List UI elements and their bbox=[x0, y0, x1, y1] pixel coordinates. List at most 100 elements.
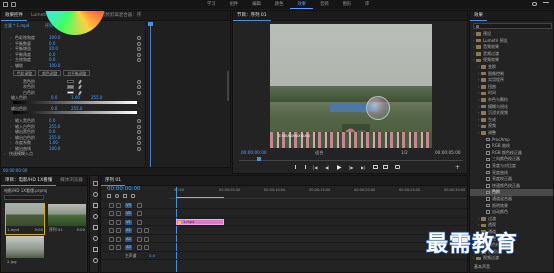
extract-icon[interactable] bbox=[383, 165, 388, 169]
timeline-clip[interactable]: 1.mp4 bbox=[176, 219, 224, 225]
track-label[interactable]: A3 bbox=[125, 245, 132, 250]
lock-icon[interactable] bbox=[109, 211, 114, 216]
effect-item[interactable]: 通道混合器 bbox=[470, 196, 553, 202]
mute-icon[interactable] bbox=[137, 228, 142, 233]
lock-icon[interactable] bbox=[109, 228, 114, 233]
program-timecode-left[interactable]: 00:00:00:00 bbox=[241, 149, 267, 156]
timeline-settings-icon[interactable] bbox=[131, 194, 135, 198]
effect-item[interactable]: 亮度与对比度 bbox=[470, 163, 553, 169]
workspace-tab[interactable]: 图形 bbox=[336, 0, 359, 9]
solo-icon[interactable] bbox=[144, 245, 149, 250]
effect-folder[interactable]: › 图像控制 bbox=[470, 71, 553, 77]
reset-icon[interactable] bbox=[137, 90, 141, 95]
mark-in-icon[interactable] bbox=[295, 165, 298, 169]
color-swatch[interactable] bbox=[67, 85, 74, 89]
work-area-bar[interactable] bbox=[176, 197, 224, 199]
track-row[interactable]: V1 bbox=[101, 218, 467, 226]
reset-icon[interactable] bbox=[137, 146, 141, 151]
reset-icon[interactable] bbox=[137, 141, 141, 145]
step-back-icon[interactable]: ◀| bbox=[325, 165, 329, 170]
track-label[interactable]: V2 bbox=[125, 211, 132, 216]
project-tab[interactable]: 媒体浏览器 bbox=[56, 176, 87, 186]
workspace-tab[interactable]: 音频 bbox=[313, 0, 336, 9]
home-icon[interactable] bbox=[3, 1, 8, 7]
timeline-timecode[interactable]: 00:00:00:00 bbox=[107, 186, 141, 192]
ec-playhead-head[interactable] bbox=[148, 22, 153, 26]
effect-item[interactable]: 快速颜色校正器 bbox=[470, 183, 553, 189]
solo-icon[interactable] bbox=[144, 228, 149, 233]
track-label[interactable]: A2 bbox=[125, 236, 132, 242]
import-icon[interactable] bbox=[11, 1, 16, 7]
mute-icon[interactable] bbox=[137, 245, 142, 250]
eye-icon[interactable] bbox=[137, 211, 142, 216]
mark-out-icon[interactable] bbox=[303, 165, 306, 169]
project-item[interactable]: 序列 01 5:00 bbox=[48, 204, 86, 234]
effect-item[interactable]: RGB 曲线 bbox=[470, 143, 553, 149]
track-row[interactable]: V2 bbox=[101, 210, 467, 218]
search-icon[interactable] bbox=[532, 1, 537, 6]
track-row[interactable]: A3 bbox=[101, 244, 467, 252]
chevron-right-icon[interactable]: › bbox=[4, 151, 6, 157]
effect-folder[interactable]: › 生成 bbox=[470, 117, 553, 123]
workspace-tab[interactable]: 编辑 bbox=[245, 0, 268, 9]
go-to-in-icon[interactable]: |◀ bbox=[313, 165, 317, 170]
reset-icon[interactable] bbox=[137, 36, 141, 40]
track-label[interactable]: A1 bbox=[125, 228, 132, 233]
ripple-edit-icon[interactable] bbox=[92, 203, 98, 208]
reset-icon[interactable] bbox=[137, 52, 141, 57]
effect-folder[interactable]: › 音频效果 bbox=[470, 44, 553, 50]
mute-icon[interactable] bbox=[137, 236, 142, 242]
hand-icon[interactable] bbox=[92, 247, 98, 252]
ec-playhead[interactable] bbox=[150, 22, 151, 167]
add-marker-icon[interactable] bbox=[123, 194, 127, 198]
play-icon[interactable]: ▶ bbox=[337, 164, 342, 171]
project-item[interactable]: 2.jpg bbox=[6, 236, 44, 266]
sync-icon[interactable] bbox=[116, 236, 121, 242]
lock-icon[interactable] bbox=[109, 245, 114, 250]
effects-tab[interactable]: 效果 bbox=[470, 11, 487, 21]
effect-folder[interactable]: › 扭曲 bbox=[470, 84, 553, 90]
master-track-row[interactable]: 主声道 0.0 bbox=[101, 252, 467, 260]
ec-timecode[interactable]: 00:00:00:00 bbox=[3, 168, 27, 173]
workspace-tab[interactable]: 组件 bbox=[223, 0, 246, 9]
scrub-playhead[interactable] bbox=[257, 157, 261, 161]
lock-icon[interactable] bbox=[109, 202, 114, 208]
effect-folder[interactable]: › 沉浸式视频 bbox=[470, 110, 553, 116]
reset-icon[interactable] bbox=[137, 47, 141, 51]
sync-icon[interactable] bbox=[116, 211, 121, 216]
track-select-icon[interactable] bbox=[92, 192, 98, 197]
workspace-tab[interactable]: 效果 bbox=[290, 0, 313, 9]
ec-scrollbar[interactable] bbox=[227, 71, 229, 101]
track-label[interactable]: V3 bbox=[125, 202, 132, 208]
project-item[interactable]: 1.mp4 5:00 bbox=[5, 203, 45, 235]
effect-folder[interactable]: › 变换 bbox=[470, 64, 553, 70]
color-swatch[interactable] bbox=[67, 79, 74, 83]
fit-dropdown[interactable]: 适合 bbox=[315, 149, 323, 156]
reset-icon[interactable] bbox=[137, 58, 141, 62]
master-value[interactable]: 0.0 bbox=[149, 253, 155, 258]
effect-folder[interactable]: › 视频效果 bbox=[470, 57, 553, 63]
levels-gradient[interactable] bbox=[13, 100, 137, 104]
eye-icon[interactable] bbox=[137, 202, 142, 208]
project-tab[interactable]: 项目：电影/HD 1X看懂 bbox=[1, 176, 57, 186]
effect-item[interactable]: ProcAmp bbox=[470, 137, 553, 143]
sync-icon[interactable] bbox=[116, 219, 121, 225]
track-row[interactable]: A2 bbox=[101, 235, 467, 243]
reset-icon[interactable] bbox=[137, 135, 141, 140]
add-button-icon[interactable]: + bbox=[455, 164, 460, 171]
sync-icon[interactable] bbox=[116, 228, 121, 233]
sync-icon[interactable] bbox=[116, 202, 121, 208]
effect-item[interactable]: 亮度曲线 bbox=[470, 170, 553, 176]
effect-item[interactable]: 自动颜色 bbox=[470, 209, 553, 215]
reset-icon[interactable] bbox=[137, 79, 141, 84]
effect-item[interactable]: 色阶 bbox=[470, 189, 553, 196]
window-controls-icon[interactable] bbox=[543, 2, 549, 6]
effect-folder[interactable]: › 调整 bbox=[470, 130, 553, 136]
bottom-section-row[interactable]: › 快速模糊入点 bbox=[1, 151, 145, 157]
effect-folder[interactable]: › 实用程序 bbox=[470, 77, 553, 83]
reset-icon[interactable] bbox=[137, 119, 141, 123]
sync-icon[interactable] bbox=[116, 245, 121, 250]
linked-selection-icon[interactable] bbox=[115, 194, 119, 198]
program-tab[interactable]: 节目：序列 01 bbox=[233, 11, 271, 21]
reset-icon[interactable] bbox=[137, 130, 141, 134]
